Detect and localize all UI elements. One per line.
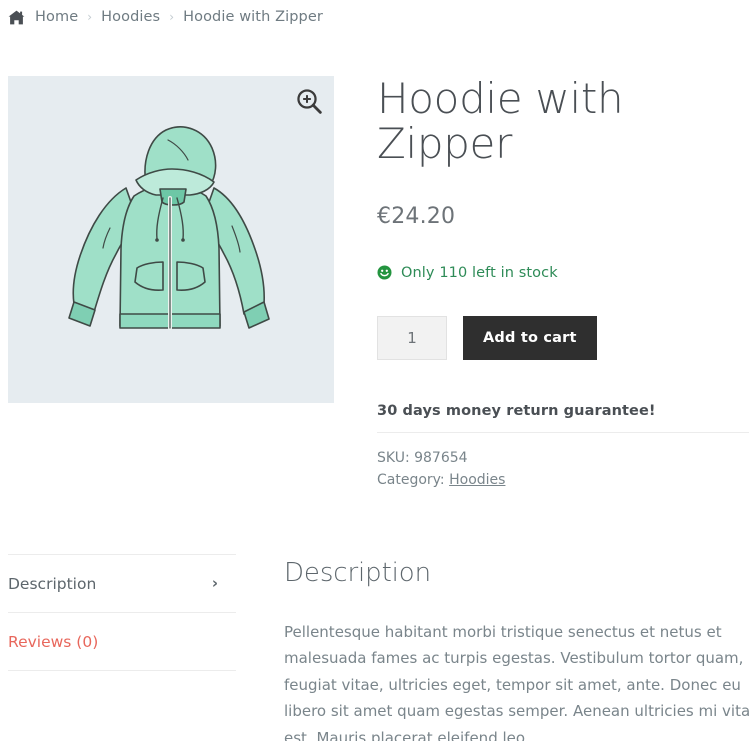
sku-row: SKU: 987654 — [377, 447, 749, 470]
magnifier-plus-icon[interactable] — [295, 87, 323, 115]
breadcrumb-separator: › — [87, 10, 93, 24]
stock-status-label: Only 110 left in stock — [401, 264, 558, 281]
stock-status: Only 110 left in stock — [377, 265, 749, 281]
product-summary: Hoodie with Zipper €24.20 Only 110 left … — [334, 76, 750, 492]
tab-reviews[interactable]: Reviews (0) — [8, 613, 236, 672]
panel-body-text: Pellentesque habitant morbi tristique se… — [284, 623, 750, 741]
product-meta: SKU: 987654 Category: Hoodies — [377, 447, 749, 492]
add-to-cart-button[interactable]: Add to cart — [463, 315, 597, 360]
breadcrumb-item-home[interactable]: Home — [35, 9, 78, 25]
breadcrumb-separator: › — [169, 10, 175, 24]
page-title: Hoodie with Zipper — [377, 74, 624, 169]
tab-list: Description › Reviews (0) — [8, 554, 236, 741]
meta-divider — [377, 431, 749, 433]
tab-panel-description: Description Pellentesque habitant morbi … — [236, 554, 750, 741]
product-section: Hoodie with Zipper €24.20 Only 110 left … — [0, 76, 750, 492]
chevron-right-icon: › — [211, 574, 218, 593]
category-row: Category: Hoodies — [377, 469, 749, 492]
guarantee-text: 30 days money return guarantee! — [377, 402, 656, 419]
tab-description-label: Description — [8, 574, 97, 593]
product-image — [8, 76, 334, 403]
breadcrumb: Home › Hoodies › Hoodie with Zipper — [0, 0, 750, 34]
smiley-face-icon — [377, 265, 392, 280]
breadcrumb-item-hoodies[interactable]: Hoodies — [101, 9, 160, 25]
quantity-input[interactable] — [377, 315, 447, 360]
tab-description[interactable]: Description › — [8, 555, 236, 614]
sku-value: 987654 — [414, 449, 468, 466]
category-label: Category: — [377, 472, 445, 489]
category-link[interactable]: Hoodies — [449, 472, 505, 488]
home-icon[interactable] — [8, 10, 25, 25]
product-gallery[interactable] — [8, 76, 334, 403]
product-price: €24.20 — [377, 203, 456, 229]
product-tabs-section: Description › Reviews (0) Description Pe… — [0, 554, 750, 741]
sku-label: SKU: — [377, 449, 410, 466]
panel-title: Description — [284, 558, 431, 589]
add-to-cart-form: Add to cart — [377, 315, 749, 360]
breadcrumb-item-current: Hoodie with Zipper — [183, 9, 323, 25]
tab-reviews-label: Reviews (0) — [8, 632, 99, 651]
